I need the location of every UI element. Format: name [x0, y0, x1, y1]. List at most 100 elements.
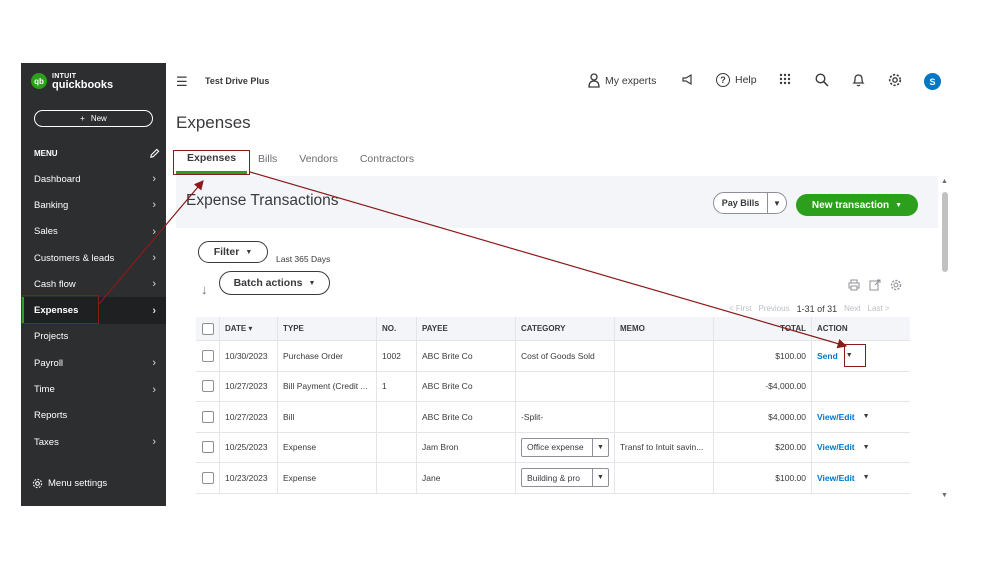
pager-first[interactable]: < First: [729, 304, 751, 314]
pager-count: 1-31 of 31: [796, 304, 838, 314]
cell-total: $4,000.00: [714, 402, 812, 432]
annotation-box-expenses-tab: [173, 150, 250, 175]
header-payee[interactable]: PAYEE: [417, 317, 516, 340]
pay-bills-split-button: Pay Bills ▼: [713, 192, 787, 214]
table-row[interactable]: 10/25/2023 Expense Jam Bron Office expen…: [196, 432, 910, 463]
search-button[interactable]: [815, 73, 829, 87]
scrollbar-thumb[interactable]: [942, 192, 948, 272]
row-checkbox[interactable]: [201, 441, 214, 454]
scroll-up-icon[interactable]: ▲: [941, 178, 948, 185]
chevron-down-icon[interactable]: ▼: [768, 199, 786, 208]
gear-icon[interactable]: [890, 279, 902, 291]
category-select[interactable]: Building & pro ▼: [521, 468, 609, 488]
avatar[interactable]: S: [924, 73, 941, 90]
export-icon[interactable]: [869, 279, 881, 291]
apps-button[interactable]: [779, 73, 791, 85]
print-icon[interactable]: [848, 279, 860, 291]
my-experts-button[interactable]: My experts: [588, 73, 656, 88]
cell-total: $200.00: [714, 432, 812, 462]
caret-down-icon: ▼: [308, 279, 316, 287]
table-row[interactable]: 10/27/2023 Bill Payment (Credit ... 1 AB…: [196, 371, 910, 402]
select-all-checkbox[interactable]: [201, 322, 214, 335]
sidebar-item-time[interactable]: Time ›: [21, 376, 166, 402]
sidebar-item-taxes[interactable]: Taxes ›: [21, 429, 166, 455]
action-dropdown-icon[interactable]: ▼: [863, 444, 870, 451]
row-checkbox[interactable]: [201, 349, 214, 362]
tab-vendors[interactable]: Vendors: [288, 150, 349, 174]
header-total[interactable]: TOTAL: [714, 317, 812, 340]
batch-actions-button[interactable]: Batch actions ▼: [219, 271, 330, 295]
chevron-down-icon: ▼: [592, 438, 608, 456]
row-checkbox[interactable]: [201, 410, 214, 423]
pager-last[interactable]: Last >: [868, 304, 890, 314]
cell-date: 10/23/2023: [220, 463, 278, 493]
pager-next[interactable]: Next: [844, 304, 860, 314]
send-link[interactable]: Send: [817, 351, 838, 361]
cell-type: Expense: [278, 463, 377, 493]
sidebar-item-dashboard[interactable]: Dashboard ›: [21, 166, 166, 192]
cell-type: Expense: [278, 432, 377, 462]
sidebar-item-banking[interactable]: Banking ›: [21, 192, 166, 218]
quickbooks-logo[interactable]: qb INTUIT quickbooks: [31, 72, 114, 91]
pencil-icon[interactable]: [149, 148, 160, 159]
top-bar: ☰ Test Drive Plus My experts ? Help S: [166, 63, 946, 101]
tab-bills[interactable]: Bills: [247, 150, 288, 174]
chevron-right-icon: ›: [152, 436, 156, 449]
row-checkbox[interactable]: [201, 471, 214, 484]
hamburger-icon[interactable]: ☰: [176, 74, 188, 90]
table-row[interactable]: 10/30/2023 Purchase Order 1002 ABC Brite…: [196, 341, 910, 372]
header-memo[interactable]: MEMO: [615, 317, 714, 340]
cell-date: 10/27/2023: [220, 402, 278, 432]
sidebar-item-cash-flow[interactable]: Cash flow ›: [21, 271, 166, 297]
cell-date: 10/30/2023: [220, 341, 278, 371]
category-select-value: Office expense: [527, 442, 584, 453]
action-dropdown-icon[interactable]: ▼: [863, 413, 870, 420]
cell-payee: Jane: [417, 463, 516, 493]
cell-type: Bill: [278, 402, 377, 432]
view-edit-link[interactable]: View/Edit: [817, 442, 855, 452]
cell-total: $100.00: [714, 463, 812, 493]
header-no[interactable]: NO.: [377, 317, 417, 340]
sidebar-item-reports[interactable]: Reports: [21, 403, 166, 429]
logo-product-text: quickbooks: [52, 79, 114, 91]
sort-arrow-icon[interactable]: ↓: [201, 282, 208, 297]
table-row[interactable]: 10/27/2023 Bill ABC Brite Co -Split- $4,…: [196, 402, 910, 433]
new-transaction-button[interactable]: New transaction ▼: [796, 194, 918, 216]
menu-settings-link[interactable]: Menu settings: [32, 478, 107, 489]
table-row[interactable]: 10/23/2023 Expense Jane Building & pro ▼…: [196, 463, 910, 494]
sidebar-item-projects[interactable]: Projects: [21, 324, 166, 350]
batch-actions-label: Batch actions: [233, 277, 303, 289]
filter-button[interactable]: Filter ▼: [198, 241, 268, 263]
settings-button[interactable]: [888, 73, 902, 87]
row-checkbox[interactable]: [201, 380, 214, 393]
sidebar-item-payroll[interactable]: Payroll ›: [21, 350, 166, 376]
annotation-box-expenses-menu: [21, 295, 99, 324]
feedback-button[interactable]: [681, 73, 694, 86]
company-name: Test Drive Plus: [205, 76, 270, 86]
view-edit-link[interactable]: View/Edit: [817, 473, 855, 483]
cell-no: 1002: [377, 341, 417, 371]
scroll-down-icon[interactable]: ▼: [941, 492, 948, 499]
header-category[interactable]: CATEGORY: [516, 317, 615, 340]
header-date[interactable]: DATE ▾: [220, 317, 278, 340]
cell-type: Purchase Order: [278, 341, 377, 371]
megaphone-icon: [682, 73, 692, 86]
header-type[interactable]: TYPE: [278, 317, 377, 340]
notifications-button[interactable]: [852, 73, 865, 87]
chevron-right-icon: ›: [152, 278, 156, 291]
pager-previous[interactable]: Previous: [758, 304, 789, 314]
sidebar-item-customers-leads[interactable]: Customers & leads ›: [21, 245, 166, 271]
cell-total: -$4,000.00: [714, 371, 812, 401]
cell-memo: [615, 371, 714, 401]
cell-payee: Jam Bron: [417, 432, 516, 462]
new-button[interactable]: + New: [34, 110, 153, 127]
category-select[interactable]: Office expense ▼: [521, 437, 609, 457]
annotation-box-action-dropdown: [844, 344, 866, 367]
tab-contractors[interactable]: Contractors: [349, 150, 425, 174]
pay-bills-button[interactable]: Pay Bills: [714, 193, 768, 213]
search-icon: [815, 73, 829, 87]
help-button[interactable]: ? Help: [716, 73, 757, 87]
action-dropdown-icon[interactable]: ▼: [863, 474, 870, 481]
sidebar-item-sales[interactable]: Sales ›: [21, 219, 166, 245]
view-edit-link[interactable]: View/Edit: [817, 412, 855, 422]
